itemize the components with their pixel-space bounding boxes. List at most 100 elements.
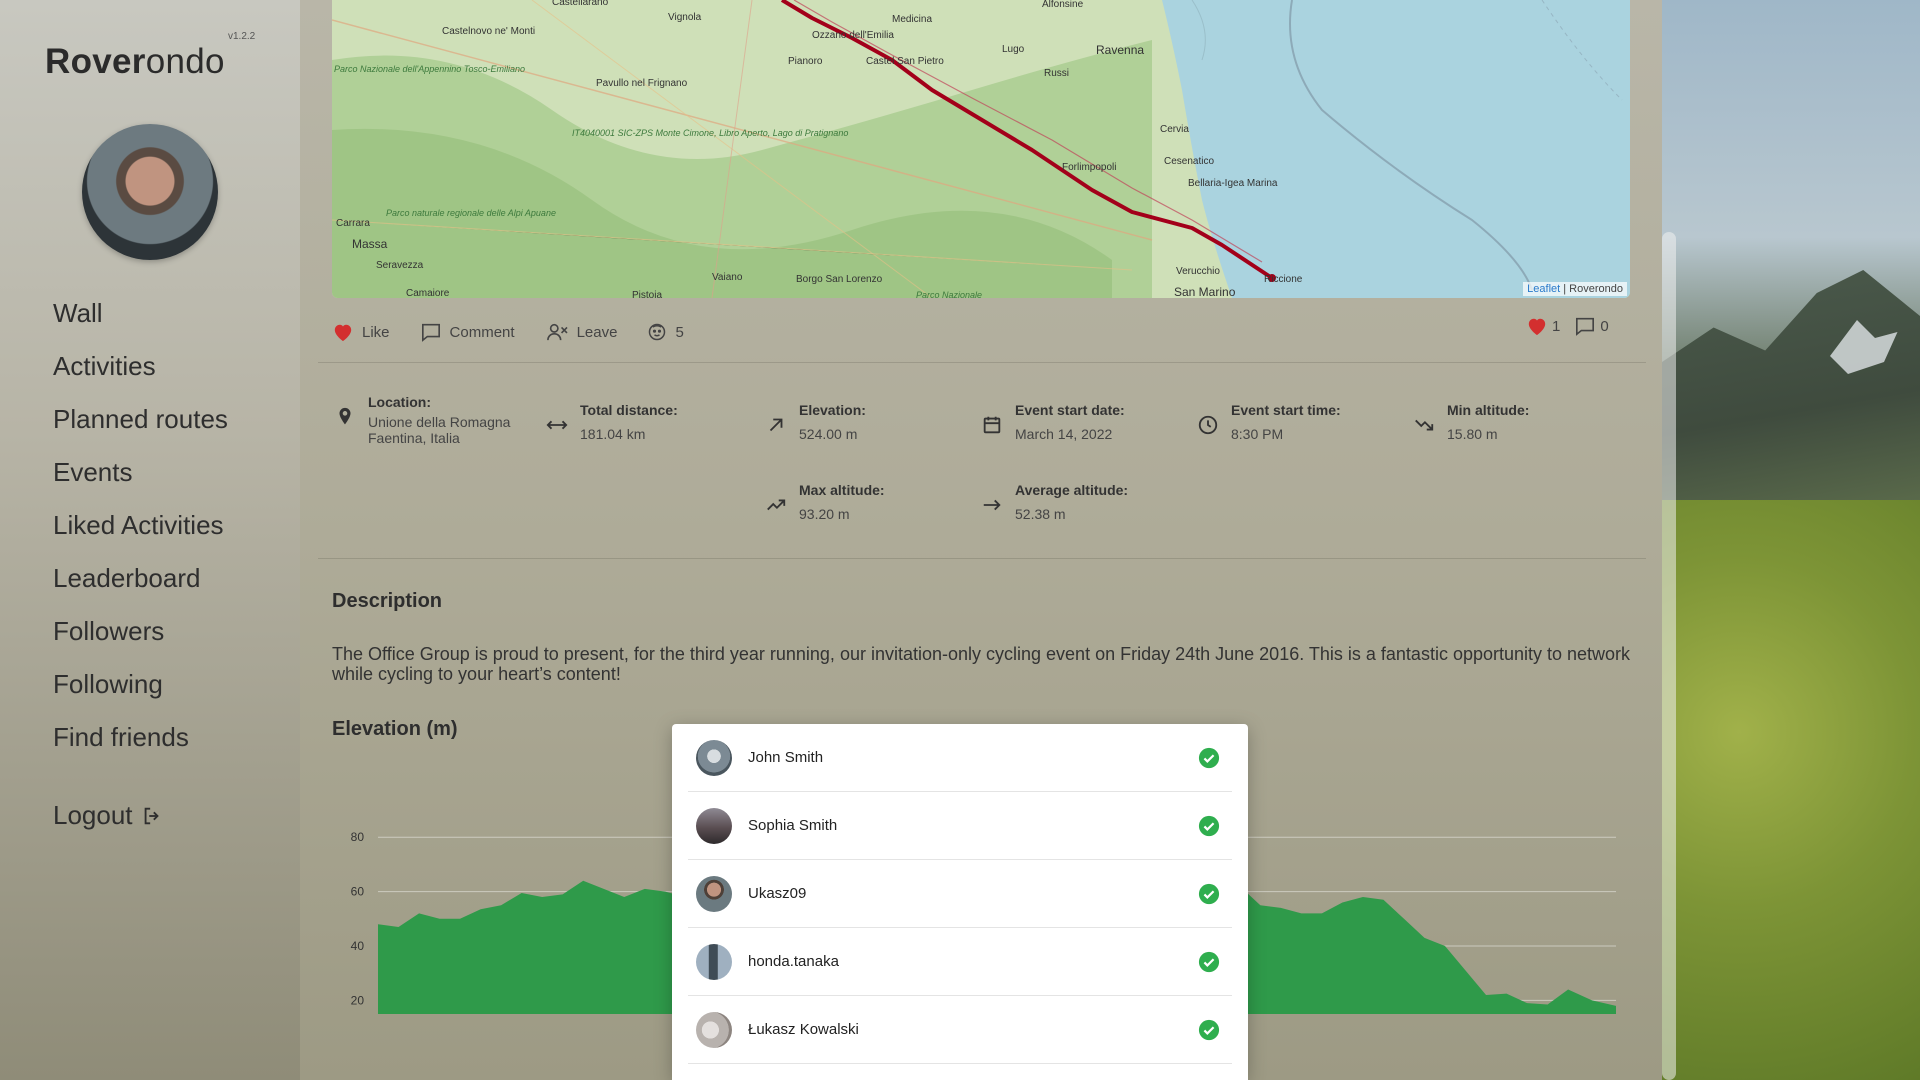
- stat-average-altitude: Average altitude: 52.38 m: [981, 482, 1128, 522]
- attribution-rest: | Roverondo: [1560, 283, 1623, 295]
- arrow-right-icon: [983, 499, 1001, 511]
- like-button[interactable]: Like: [332, 322, 390, 342]
- map-label-cesenatico: Cesenatico: [1164, 156, 1214, 167]
- stat-elevation: Elevation: 524.00 m: [765, 402, 866, 442]
- check-circle-icon: [1198, 1019, 1220, 1040]
- nav-item-following[interactable]: Following: [53, 664, 228, 717]
- chart-ytick-label: 60: [351, 885, 365, 899]
- counters: 1 0: [1526, 316, 1609, 336]
- action-bar: Like Comment Leave 5: [332, 322, 684, 342]
- nav-item-planned-routes[interactable]: Planned routes: [53, 399, 228, 452]
- participant-avatar: [696, 943, 732, 980]
- map-label-massa: Massa: [352, 237, 388, 251]
- map-label-parco-naz: Parco Nazionale: [916, 290, 982, 298]
- map-label-castel-san-pietro: Castel San Pietro: [866, 56, 944, 67]
- route-map[interactable]: Castellarano Vignola Medicina Alfonsine …: [332, 0, 1630, 298]
- leaflet-link[interactable]: Leaflet: [1527, 283, 1560, 295]
- meadow: [1662, 500, 1920, 1080]
- heart-icon: [1528, 318, 1546, 336]
- participant-row[interactable]: Sophia Smith: [688, 792, 1232, 860]
- distance-value: 181.04 km: [580, 426, 646, 442]
- sidebar: v1.2.2 Roverondo Wall Activities Planned…: [0, 0, 300, 1080]
- comment-icon: [421, 323, 440, 342]
- clock-icon: [1198, 415, 1218, 435]
- leave-button[interactable]: Leave: [545, 322, 617, 342]
- map-attribution: Leaflet | Roverondo: [1523, 282, 1627, 296]
- location-line2: Faentina, Italia: [368, 430, 460, 446]
- logout-button[interactable]: Logout: [53, 800, 163, 831]
- stat-distance: Total distance: 181.04 km: [546, 402, 678, 442]
- horizontal-arrows-icon: [546, 420, 568, 430]
- map-label-seravezza: Seravezza: [376, 260, 424, 271]
- map-label-camaiore: Camaiore: [406, 288, 450, 298]
- heart-icon: [334, 324, 352, 342]
- start-time-label: Event start time:: [1231, 402, 1341, 418]
- stat-start-date: Event start date: March 14, 2022: [981, 402, 1125, 442]
- face-icon: [649, 323, 666, 341]
- check-circle-icon: [1198, 815, 1220, 836]
- participant-avatar: [696, 1011, 732, 1048]
- nav-item-events[interactable]: Events: [53, 452, 228, 505]
- max-altitude-label: Max altitude:: [799, 482, 885, 498]
- participant-avatar: [696, 875, 732, 912]
- user-avatar[interactable]: [82, 124, 218, 260]
- map-label-cervia: Cervia: [1160, 124, 1189, 135]
- elevation-value: 524.00 m: [799, 426, 858, 442]
- app-logo[interactable]: Roverondo: [45, 42, 225, 82]
- stat-min-altitude: Min altitude: 15.80 m: [1413, 402, 1529, 442]
- comment-button[interactable]: Comment: [420, 322, 515, 342]
- participant-row[interactable]: honda.tanaka: [688, 928, 1232, 996]
- location-line1: Unione della Romagna: [368, 414, 511, 430]
- map-label-pistoia: Pistoia: [632, 290, 662, 298]
- map-label-vaiano: Vaiano: [712, 272, 743, 283]
- comments-counter: 0: [1574, 316, 1609, 336]
- logo-rest-part: ondo: [145, 42, 225, 81]
- check-circle-icon: [1198, 747, 1220, 768]
- nav-item-liked-activities[interactable]: Liked Activities: [53, 505, 228, 558]
- map-label-parco-appennino: Parco Nazionale dell'Appennino Tosco-Emi…: [334, 64, 525, 74]
- map-label-it404: IT4040001 SIC-ZPS Monte Cimone, Libro Ap…: [572, 128, 848, 138]
- chart-ytick-label: 40: [351, 939, 365, 953]
- logo-bold-part: Rover: [45, 42, 146, 81]
- start-time-value: 8:30 PM: [1231, 426, 1284, 442]
- nav-item-followers[interactable]: Followers: [53, 611, 228, 664]
- nav-item-leaderboard[interactable]: Leaderboard: [53, 558, 228, 611]
- divider: [318, 558, 1646, 559]
- nav-item-wall[interactable]: Wall: [53, 293, 228, 346]
- nav-item-activities[interactable]: Activities: [53, 346, 228, 399]
- participant-row[interactable]: Ukasz09: [688, 860, 1232, 928]
- logout-label: Logout: [53, 800, 133, 830]
- likes-count: 1: [1552, 317, 1561, 335]
- elevation-label: Elevation:: [799, 402, 866, 418]
- map-label-pavullo: Pavullo nel Frignano: [596, 78, 688, 89]
- participant-name: Sophia Smith: [748, 817, 838, 834]
- map-label-verucchio: Verucchio: [1176, 266, 1220, 277]
- map-label-ozzano: Ozzano dell'Emilia: [812, 30, 894, 41]
- elevation-title: Elevation (m): [332, 718, 458, 740]
- participant-row[interactable]: Łukasz Kowalski: [688, 996, 1232, 1064]
- stat-max-altitude: Max altitude: 93.20 m: [765, 482, 885, 522]
- participants-count: 5: [675, 323, 684, 341]
- participants-modal: John Smith Sophia Smith Ukasz09 honda.ta…: [672, 724, 1248, 1080]
- participant-row[interactable]: John Smith: [688, 724, 1232, 792]
- location-label: Location:: [368, 394, 431, 410]
- comment-icon: [1576, 317, 1595, 336]
- start-date-label: Event start date:: [1015, 402, 1125, 418]
- participants-button[interactable]: 5: [647, 322, 684, 342]
- comment-label: Comment: [449, 323, 515, 341]
- trending-down-icon: [1415, 419, 1434, 431]
- mountain-ridge: [1662, 270, 1920, 500]
- map-label-parco-alpi: Parco naturale regionale delle Alpi Apua…: [386, 208, 556, 218]
- map-label-alfonsine: Alfonsine: [1042, 0, 1084, 10]
- location-pin-icon: [339, 407, 351, 425]
- map-label-russi: Russi: [1044, 68, 1069, 79]
- map-label-riccione: Riccione: [1264, 274, 1303, 285]
- background-landscape: [1662, 0, 1920, 1080]
- min-altitude-value: 15.80 m: [1447, 426, 1498, 442]
- distance-label: Total distance:: [580, 402, 678, 418]
- scrollbar[interactable]: [1662, 232, 1676, 1080]
- participant-avatar: [696, 739, 732, 776]
- trending-up-icon: [767, 499, 786, 511]
- leave-icon: [546, 323, 568, 341]
- nav-item-find-friends[interactable]: Find friends: [53, 717, 228, 770]
